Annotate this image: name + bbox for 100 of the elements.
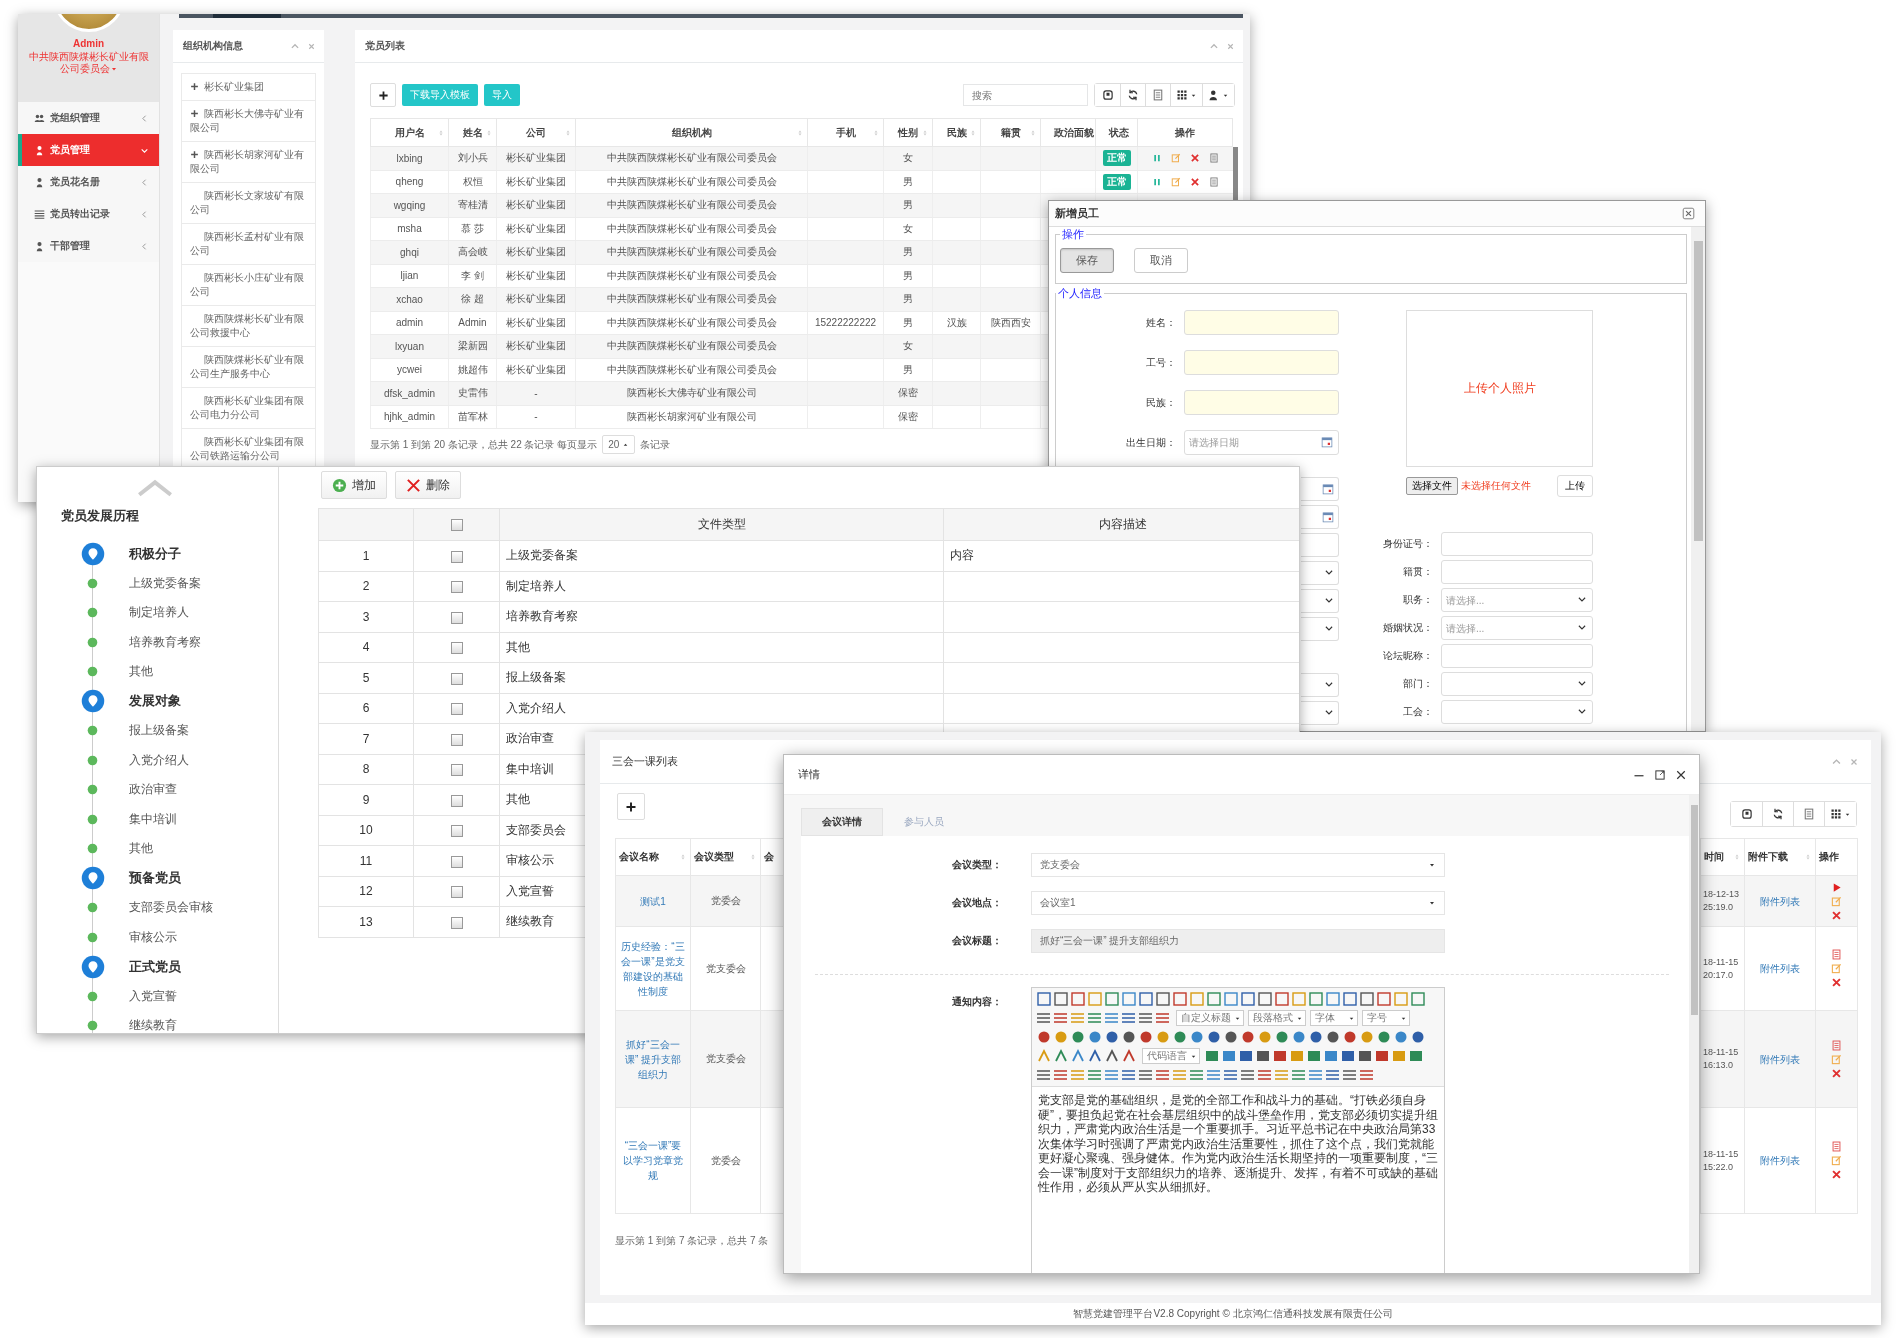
tree-item[interactable]: 陕西彬长矿业集团有限公司电力分公司 — [181, 387, 316, 429]
document-icon[interactable] — [1831, 1141, 1842, 1152]
stage-label[interactable]: 积极分子 — [129, 544, 181, 563]
delete-icon[interactable] — [1831, 1067, 1842, 1079]
checkbox[interactable] — [450, 794, 463, 807]
chevron-up-icon[interactable] — [137, 479, 173, 497]
checkbox[interactable] — [450, 916, 463, 929]
date-field[interactable]: 请选择日期 — [1184, 430, 1339, 455]
checkbox[interactable] — [450, 825, 463, 838]
attachment-link[interactable]: 附件列表 — [1749, 1051, 1811, 1067]
page-size-dropdown[interactable]: 20 — [602, 435, 636, 454]
step-label[interactable]: 入党介绍人 — [129, 751, 189, 769]
delete-icon[interactable] — [1831, 909, 1842, 921]
step-label[interactable]: 政治审查 — [129, 781, 177, 799]
select-field[interactable]: 会议室1 — [1031, 891, 1445, 915]
tree-item[interactable]: 彬长矿业集团 — [181, 73, 316, 101]
delete-icon[interactable] — [1189, 176, 1200, 187]
select-field[interactable] — [1441, 672, 1593, 696]
select-field[interactable] — [1301, 617, 1339, 641]
step-label[interactable]: 培养教育考察 — [129, 633, 201, 651]
form-button[interactable]: 取消 — [1134, 248, 1188, 273]
tab[interactable]: 会议详情 — [801, 808, 883, 836]
document-icon[interactable] — [1831, 1039, 1842, 1051]
toolbar-button[interactable]: 增加 — [321, 471, 387, 499]
toolbar-dropdown[interactable]: 字体 — [1310, 1010, 1358, 1026]
close-icon[interactable] — [1675, 768, 1687, 781]
input-field[interactable] — [1184, 310, 1339, 335]
tree-item[interactable]: 陕西陕煤彬长矿业有限公司生产服务中心 — [181, 346, 316, 388]
edit-icon[interactable] — [1170, 153, 1181, 164]
checkbox[interactable] — [450, 764, 463, 777]
step-label[interactable]: 继续教育 — [129, 1017, 177, 1033]
attachment-link[interactable]: 附件列表 — [1749, 1153, 1811, 1168]
input-field[interactable] — [1441, 644, 1593, 668]
edit-icon[interactable] — [1170, 176, 1181, 187]
toolbar-icons-drawing[interactable] — [1036, 1067, 1376, 1083]
checkbox[interactable] — [450, 886, 463, 899]
stage-label[interactable]: 发展对象 — [129, 692, 181, 711]
toolbar-dropdown[interactable]: 段落格式 — [1248, 1010, 1306, 1026]
export-button[interactable] — [1202, 84, 1234, 106]
select-field[interactable] — [1301, 701, 1339, 725]
collapse-icon[interactable] — [1209, 41, 1219, 51]
toolbar-icons-drawing[interactable] — [1036, 991, 1427, 1007]
checkbox[interactable] — [450, 550, 463, 563]
step-label[interactable]: 其他 — [129, 663, 153, 681]
toolbar-dropdown[interactable]: 代码语言 — [1142, 1048, 1200, 1064]
toolbar-icons-drawing[interactable] — [1036, 1010, 1172, 1026]
delete-icon[interactable] — [1189, 153, 1200, 164]
delete-icon[interactable] — [1831, 1169, 1842, 1180]
step-label[interactable]: 入党宣誓 — [129, 987, 177, 1005]
delete-icon[interactable] — [1831, 977, 1842, 988]
choose-file-button[interactable]: 选择文件 — [1406, 477, 1458, 495]
tree-item[interactable]: 陕西彬长小庄矿业有限公司 — [181, 264, 316, 306]
tree-item[interactable]: 陕西彬长胡家河矿业有限公司 — [181, 141, 316, 183]
checkbox[interactable] — [450, 672, 463, 685]
stage-label[interactable]: 正式党员 — [129, 957, 181, 976]
checkbox[interactable] — [450, 733, 463, 746]
pause-icon[interactable] — [1151, 153, 1162, 164]
input-field[interactable] — [1301, 533, 1339, 557]
checkbox[interactable] — [450, 855, 463, 868]
attachment-link[interactable]: 附件列表 — [1749, 961, 1811, 976]
select-field[interactable] — [1301, 561, 1339, 585]
document-icon[interactable] — [1208, 153, 1219, 164]
select-field[interactable]: 请选择... — [1441, 616, 1593, 640]
edit-icon[interactable] — [1831, 1053, 1842, 1065]
add-button[interactable] — [617, 793, 645, 820]
input-field[interactable] — [1184, 350, 1339, 375]
document-icon[interactable] — [1831, 949, 1842, 960]
step-label[interactable]: 支部委员会审核 — [129, 899, 213, 917]
step-label[interactable]: 其他 — [129, 840, 153, 858]
step-label[interactable]: 制定培养人 — [129, 604, 189, 622]
menu-item[interactable]: 党员管理 — [18, 134, 159, 166]
document-icon[interactable] — [1208, 176, 1219, 187]
select-field[interactable]: 请选择... — [1441, 588, 1593, 612]
step-label[interactable]: 审核公示 — [129, 928, 177, 946]
edit-icon[interactable] — [1831, 963, 1842, 974]
input-field[interactable] — [1441, 532, 1593, 556]
checkbox[interactable] — [450, 519, 463, 532]
stage-label[interactable]: 预备党员 — [129, 869, 181, 888]
step-label[interactable]: 集中培训 — [129, 810, 177, 828]
checkbox[interactable] — [450, 703, 463, 716]
step-label[interactable]: 上级党委备案 — [129, 574, 201, 592]
input-field[interactable] — [1441, 560, 1593, 584]
checkbox[interactable] — [450, 581, 463, 594]
pause-icon[interactable] — [1151, 176, 1162, 187]
select-field[interactable] — [1441, 700, 1593, 724]
grid-button[interactable] — [1824, 802, 1856, 826]
form-button[interactable]: 保存 — [1060, 248, 1114, 273]
tree-item[interactable]: 陕西彬长文家坡矿有限公司 — [181, 182, 316, 224]
photo-upload-area[interactable]: 上传个人照片 — [1406, 310, 1593, 467]
add-button[interactable] — [370, 83, 396, 107]
toolbar-icons-drawing[interactable] — [1204, 1048, 1425, 1064]
search-field[interactable]: 搜索 — [963, 84, 1088, 106]
toolbar-dropdown[interactable]: 自定义标题 — [1176, 1010, 1244, 1026]
upload-button[interactable]: 上传 — [1557, 475, 1593, 497]
play-icon[interactable] — [1831, 881, 1842, 893]
step-label[interactable]: 报上级备案 — [129, 722, 189, 740]
select-field[interactable] — [1301, 589, 1339, 613]
tree-item[interactable]: 陕西彬长大佛寺矿业有限公司 — [181, 100, 316, 142]
maximize-icon[interactable] — [1654, 768, 1666, 781]
input-field[interactable] — [1184, 390, 1339, 415]
